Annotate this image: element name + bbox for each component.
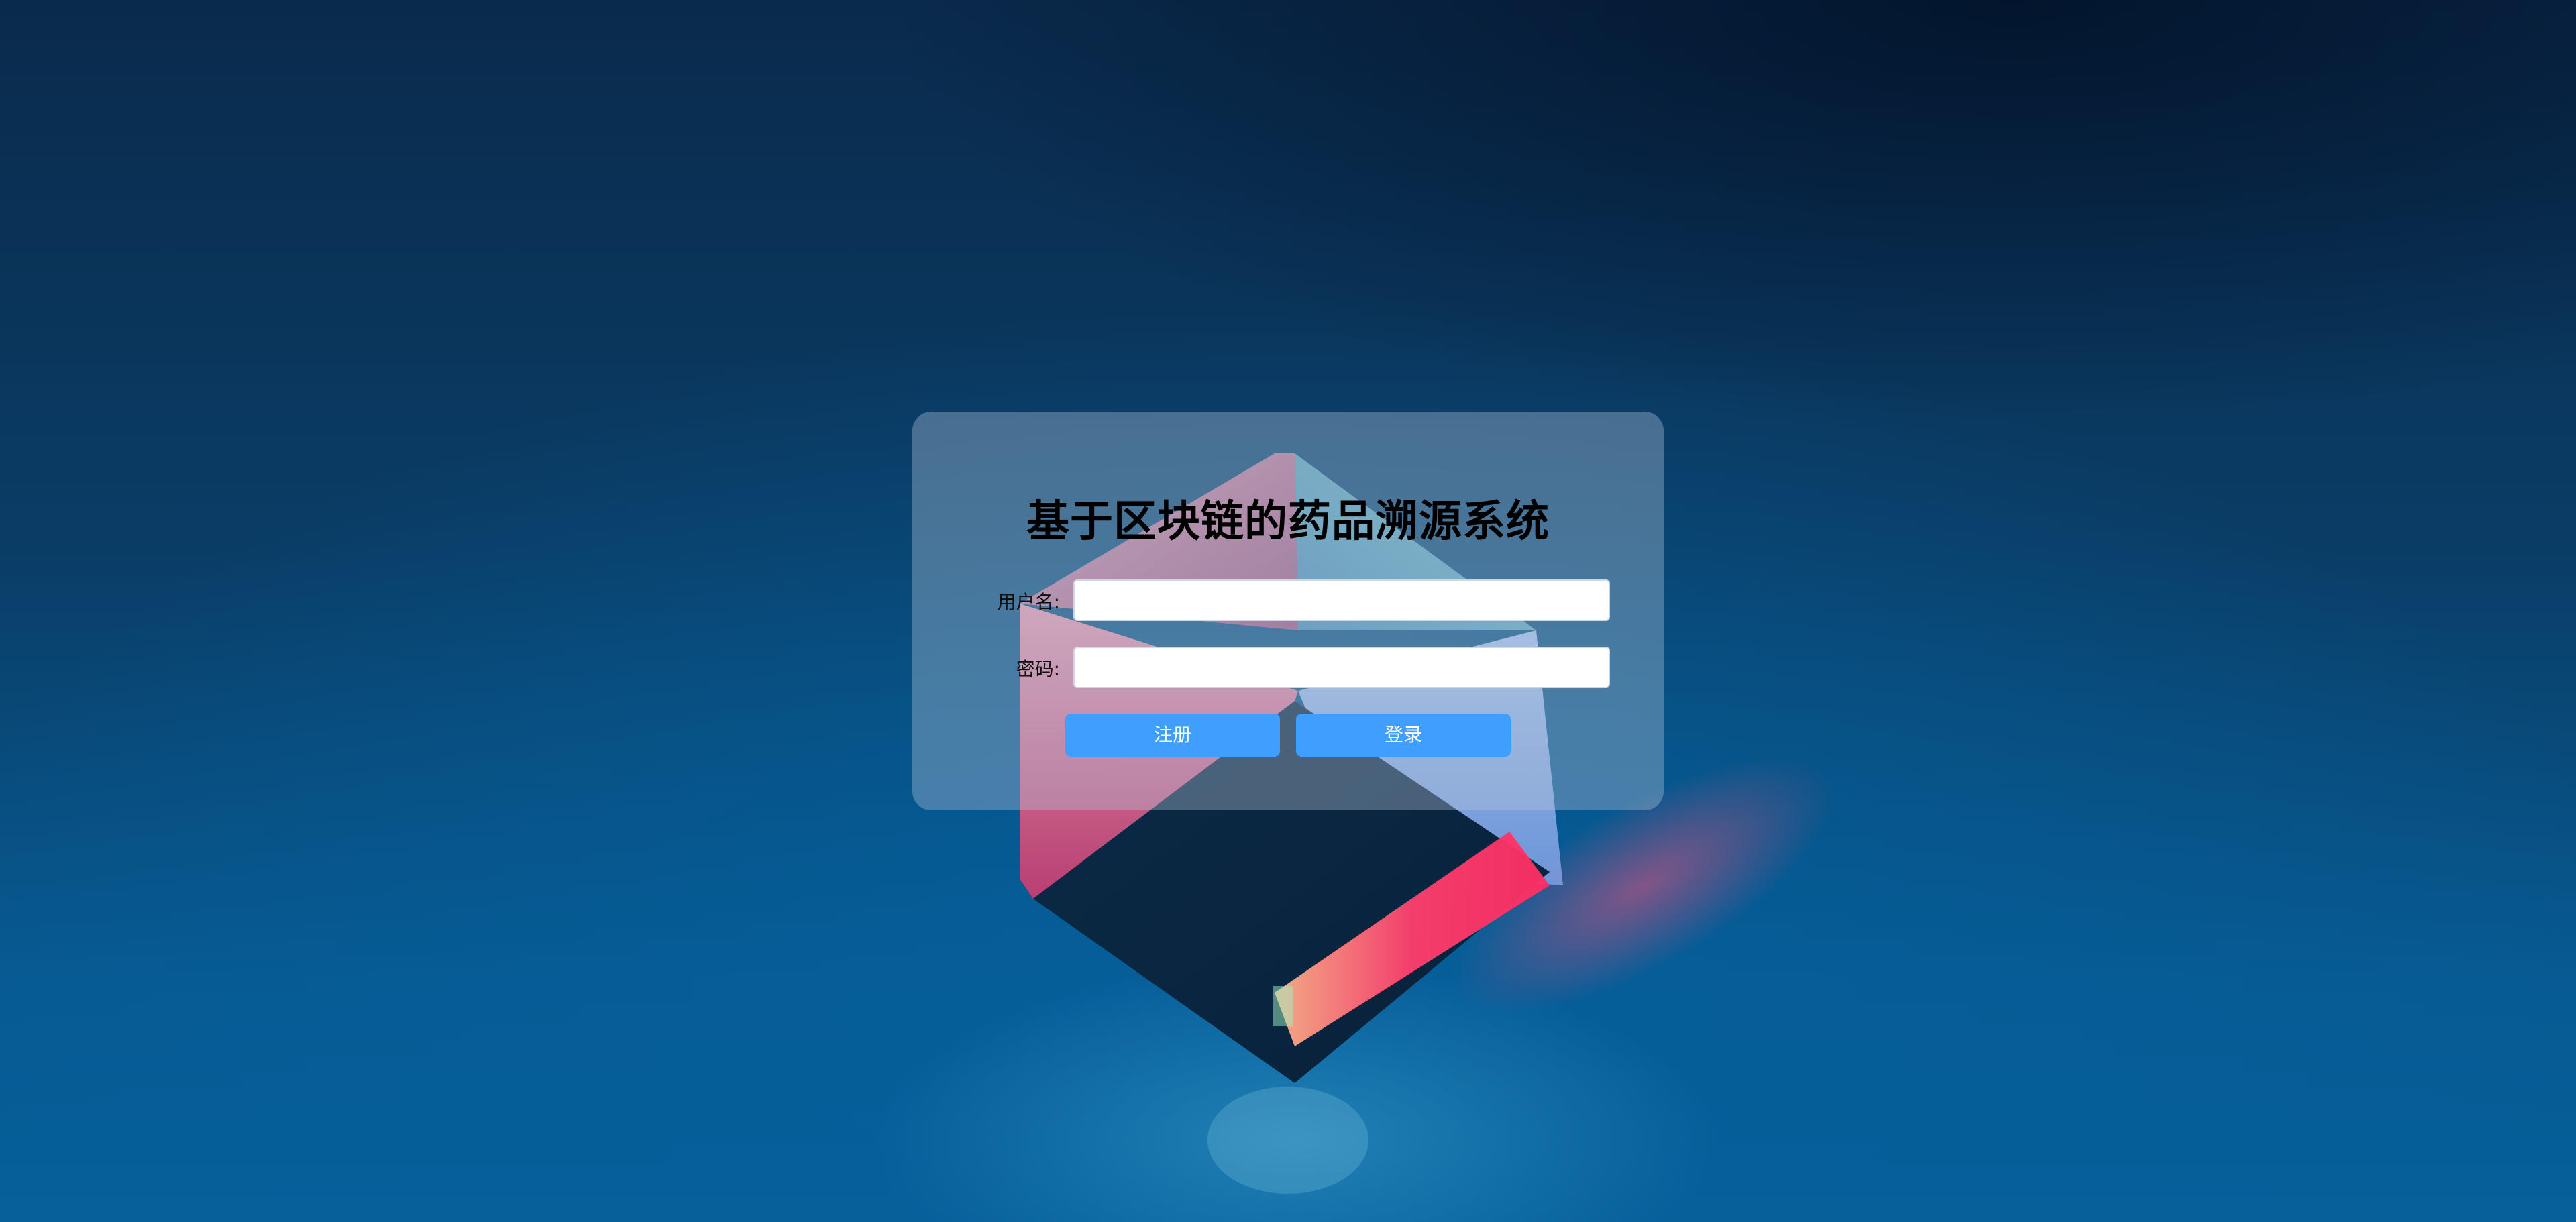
password-label: 密码: xyxy=(1016,658,1060,680)
username-label: 用户名: xyxy=(997,591,1060,613)
username-input[interactable] xyxy=(1073,579,1610,621)
page-title: 基于区块链的药品溯源系统 xyxy=(1026,497,1550,547)
login-button[interactable]: 登录 xyxy=(1296,714,1511,757)
register-button[interactable]: 注册 xyxy=(1065,714,1280,757)
password-input[interactable] xyxy=(1073,647,1610,688)
login-card: 基于区块链的药品溯源系统 用户名: 密码: 注册 登录 xyxy=(912,412,1664,810)
